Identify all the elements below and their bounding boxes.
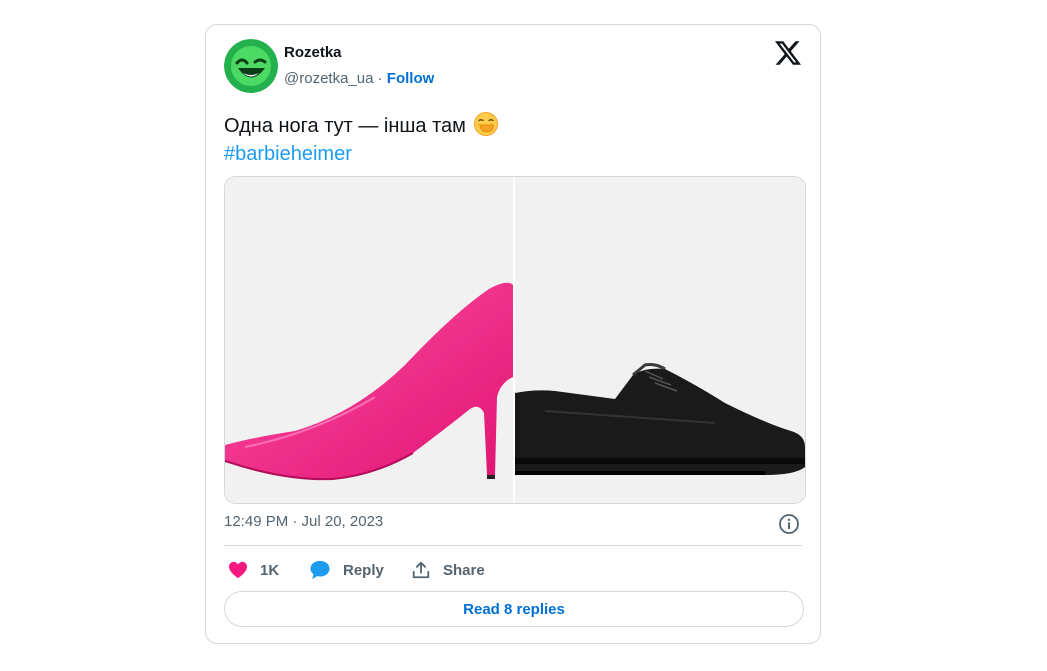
follow-button[interactable]: Follow [387,70,435,87]
reply-bubble-icon [310,560,330,580]
reply-label: Reply [343,561,384,579]
tweet-body: Одна нога тут — інша там [224,115,466,137]
media-image-left[interactable] [225,177,513,503]
share-icon [412,561,430,579]
hashtag-link[interactable]: #barbieheimer [224,140,499,168]
share-button[interactable]: Share [411,558,485,582]
pink-stiletto-heel-image [225,282,513,481]
tweet-card: Rozetka @rozetka_ua · Follow Одна нога т… [205,24,821,644]
reply-button[interactable]: Reply [309,558,384,582]
read-replies-button[interactable]: Read 8 replies [224,591,804,627]
like-button[interactable]: 1K [228,558,279,582]
avatar[interactable] [224,39,278,93]
tweet-text: Одна нога тут — інша там #barbieheimer [224,111,499,168]
author-handle-row: @rozetka_ua · Follow [284,70,434,87]
share-label: Share [443,561,485,579]
face-with-hand-over-mouth-icon [474,112,499,136]
divider [224,545,802,546]
heart-icon [229,561,247,579]
author-name[interactable]: Rozetka [284,44,342,61]
info-icon[interactable] [778,513,800,535]
like-count: 1K [260,561,280,579]
handle-separator: · [373,70,387,87]
media-image-right[interactable] [515,177,805,503]
x-logo-icon[interactable] [775,40,801,66]
tweet-media[interactable] [224,176,806,504]
tweet-timestamp[interactable]: 12:49 PM · Jul 20, 2023 [224,513,383,530]
black-oxford-shoe-image [515,363,805,475]
author-handle[interactable]: @rozetka_ua [284,70,373,87]
